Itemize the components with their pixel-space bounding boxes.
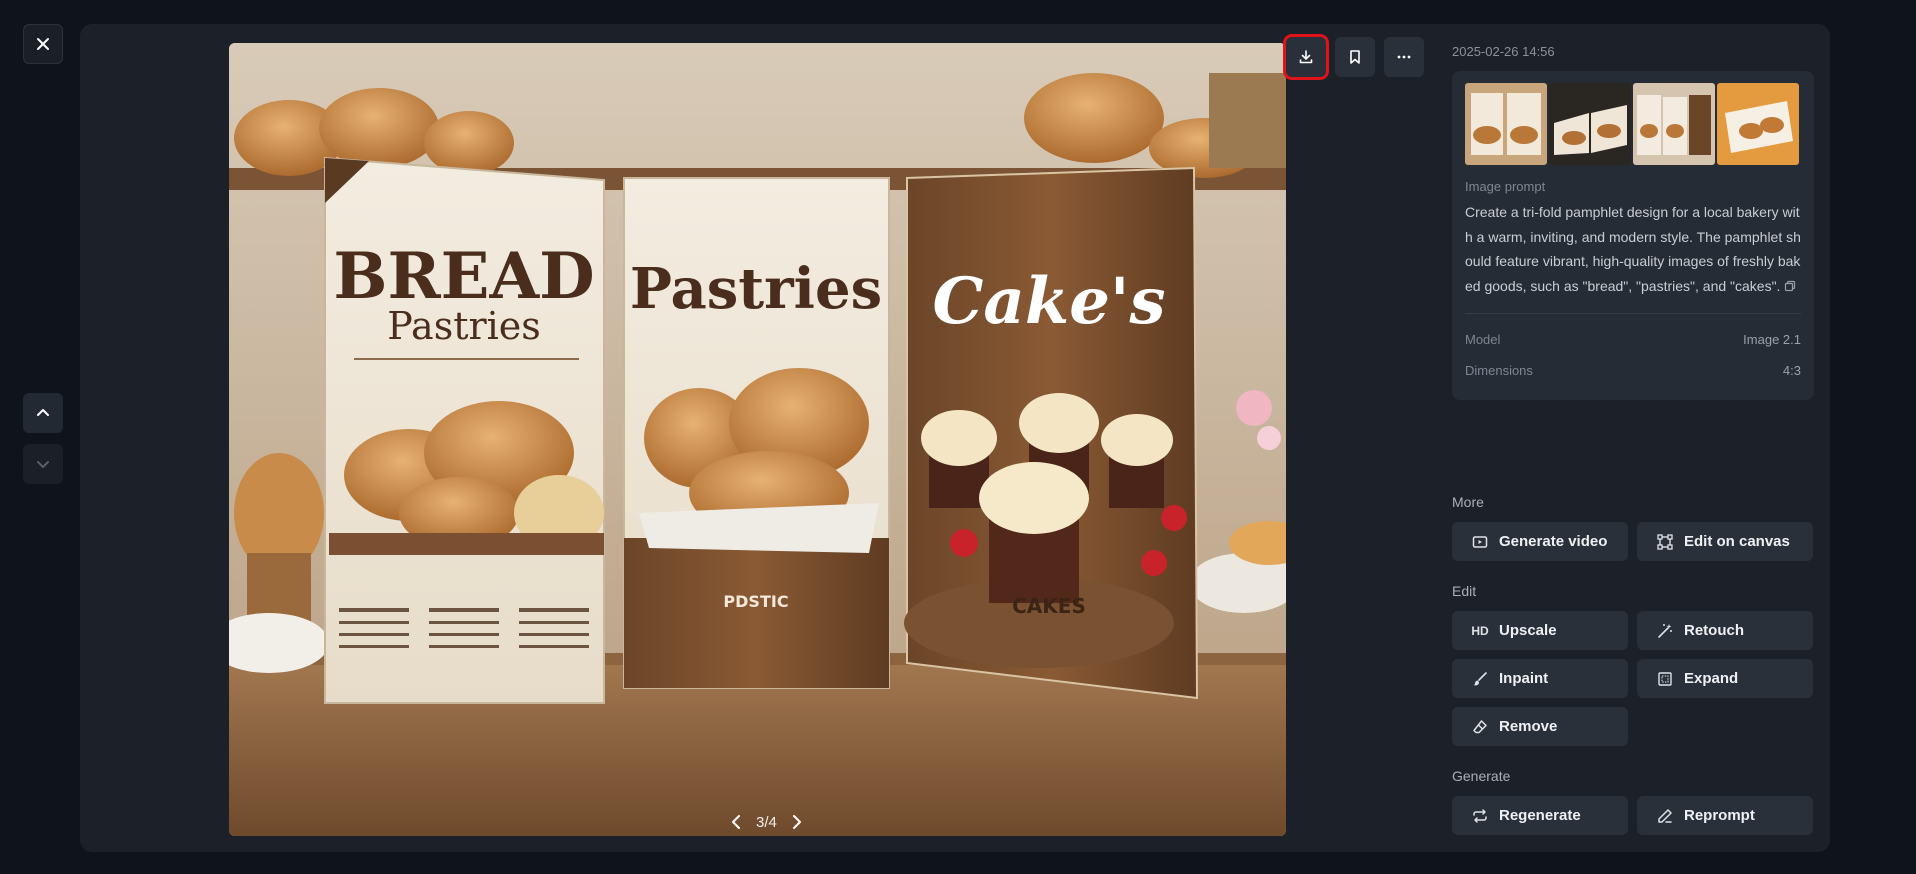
generated-image: BREAD Pastries Pastries PDSTIC Cake's CA… [229,43,1286,836]
hd-icon: HD [1471,623,1489,638]
next-image-button[interactable] [23,444,63,484]
pager-next-button[interactable] [787,812,807,832]
upscale-label: Upscale [1499,622,1557,639]
generate-video-button[interactable]: Generate video [1452,522,1628,561]
bookmark-button[interactable] [1335,37,1375,77]
more-horizontal-icon [1397,55,1411,59]
close-button[interactable] [23,24,63,64]
inpaint-label: Inpaint [1499,670,1549,687]
edit-on-canvas-button[interactable]: Edit on canvas [1637,522,1813,561]
copy-icon[interactable] [1784,275,1796,300]
left-panel-title: BREAD [333,239,594,314]
generate-video-label: Generate video [1499,533,1608,550]
divider [1465,313,1801,315]
details-sidebar: 2025-02-26 14:56 Image prompt Create a t… [1452,44,1814,835]
reprompt-label: Reprompt [1684,807,1755,824]
download-button[interactable] [1283,34,1329,80]
canvas-icon [1656,533,1674,551]
prompt-text: Create a tri-fold pamphlet design for a … [1465,204,1801,294]
inpaint-button[interactable]: Inpaint [1452,659,1628,698]
prompt-label: Image prompt [1465,179,1546,194]
pager-prev-button[interactable] [726,812,746,832]
chevron-up-icon [37,409,49,416]
thumbnail-3[interactable] [1633,83,1715,165]
section-generate-title: Generate [1452,768,1511,784]
left-panel-subtitle: Pastries [387,304,541,348]
expand-label: Expand [1684,670,1739,687]
image-actions [1283,34,1424,80]
thumbnail-2[interactable] [1549,83,1631,165]
retouch-button[interactable]: Retouch [1637,611,1813,650]
model-row: Model Image 2.1 [1465,324,1801,355]
previous-image-button[interactable] [23,393,63,433]
remove-button[interactable]: Remove [1452,707,1628,746]
dimensions-label: Dimensions [1465,363,1533,379]
section-edit-title: Edit [1452,583,1477,599]
prompt-text-block: Create a tri-fold pamphlet design for a … [1465,200,1801,299]
upscale-button[interactable]: HD Upscale [1452,611,1628,650]
dimensions-value: 4:3 [1782,363,1801,379]
eraser-icon [1471,718,1489,736]
chevron-left-icon [732,815,740,829]
brush-icon [1471,670,1489,688]
more-options-button[interactable] [1384,37,1424,77]
video-icon [1471,533,1489,551]
close-icon [37,38,49,50]
image-pager: 3/4 [726,812,807,832]
regenerate-label: Regenerate [1499,807,1581,824]
timestamp: 2025-02-26 14:56 [1452,44,1555,59]
retouch-label: Retouch [1684,622,1744,639]
remove-label: Remove [1499,718,1558,735]
thumbnail-1[interactable] [1465,83,1547,165]
right-panel-title: Cake's [932,264,1165,339]
reprompt-button[interactable]: Reprompt [1637,796,1813,835]
right-panel-footer: CAKES [1012,594,1086,618]
chevron-down-icon [37,461,49,468]
repeat-icon [1471,807,1489,825]
middle-panel-footer: PDSTIC [723,592,788,611]
model-label: Model [1465,332,1501,348]
thumbnail-strip [1465,83,1801,165]
thumbnail-4[interactable] [1717,83,1799,165]
middle-panel-title: Pastries [630,256,882,322]
actions-panel: More Generate video Edit on canvas Edit … [1452,494,1814,835]
pager-count: 3/4 [756,813,777,831]
model-value: Image 2.1 [1743,332,1801,348]
pencil-icon [1656,807,1674,825]
expand-button[interactable]: Expand [1637,659,1813,698]
bookmark-icon [1350,50,1360,64]
download-icon [1299,50,1313,64]
regenerate-button[interactable]: Regenerate [1452,796,1628,835]
expand-icon [1656,670,1674,688]
image-info-card: Image prompt Create a tri-fold pamphlet … [1452,71,1814,401]
dimensions-row: Dimensions 4:3 [1465,355,1801,386]
chevron-right-icon [792,815,801,829]
edit-on-canvas-label: Edit on canvas [1684,533,1790,550]
section-more-title: More [1452,494,1484,510]
magic-wand-icon [1656,622,1674,640]
